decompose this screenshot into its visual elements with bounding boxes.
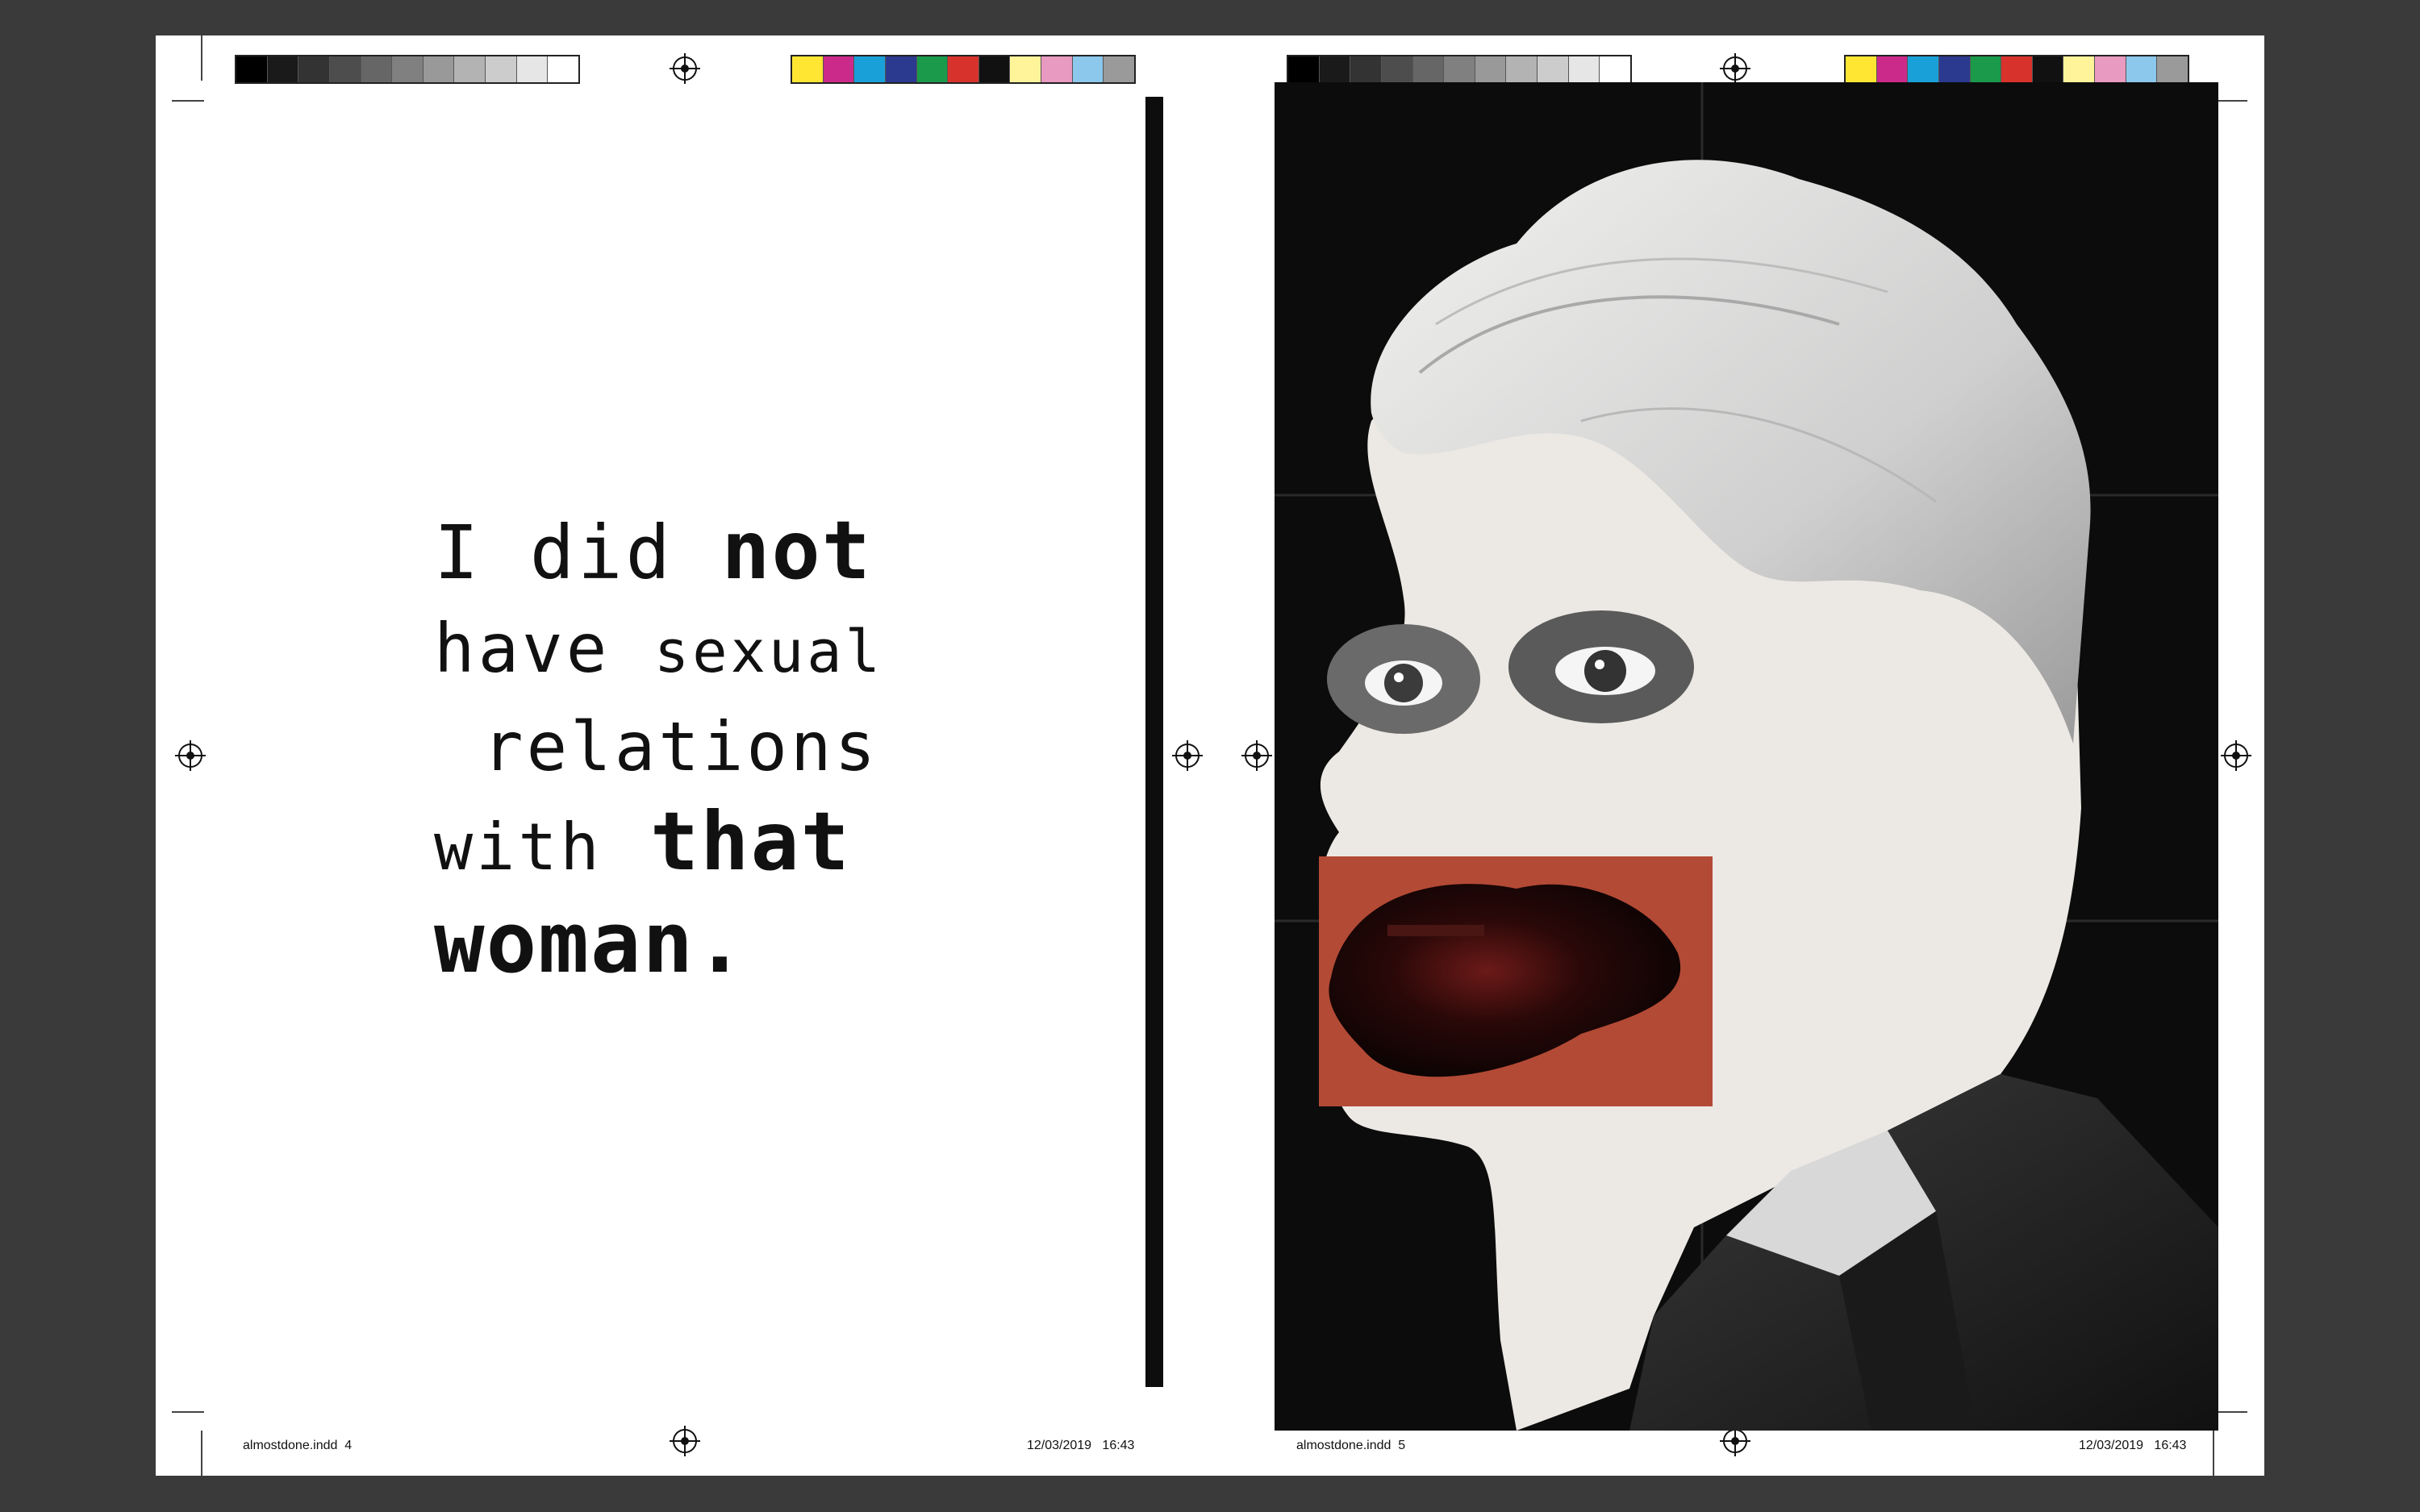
color-swatch [2095,56,2126,82]
quote-text: I did [434,510,674,596]
gutter-bleed [1145,97,1163,1387]
color-swatch [1970,56,2002,82]
registration-mark-icon [1241,740,1272,771]
handwritten-quote: I did not have sexual relations with tha… [434,503,918,994]
crop-mark-icon [2215,1411,2247,1413]
cmyk-color-bar [791,55,1136,84]
quote-line-1: I did not [434,503,918,601]
gray-swatch [298,56,330,82]
gray-swatch [1538,56,1569,82]
gray-swatch [1288,56,1320,82]
quote-text: have [434,609,611,688]
grayscale-color-bar [235,55,580,84]
slug-file-name: almostdone.indd 4 [243,1439,353,1452]
gray-swatch [1319,56,1351,82]
quote-text: relations [482,707,879,786]
registration-mark-icon [1720,1426,1750,1456]
left-page: I did not have sexual relations with tha… [156,35,1164,1476]
registration-mark-icon [1720,53,1750,84]
gray-swatch [548,56,579,82]
crop-mark-icon [2215,100,2247,102]
color-swatch [2126,56,2158,82]
quote-text-bold: not [721,503,872,598]
color-swatch [1876,56,1909,82]
gray-swatch [329,56,361,82]
quote-text: with [434,810,603,885]
color-swatch [1010,56,1042,82]
color-swatch [978,56,1011,82]
gray-swatch [516,56,549,82]
quote-line-5: woman. [434,895,918,994]
crop-mark-icon [201,1431,202,1476]
registration-mark-icon [670,1426,700,1456]
color-swatch [2063,56,2096,82]
color-swatch [1104,56,1135,82]
gray-swatch [1475,56,1507,82]
color-swatch [1072,56,1104,82]
registration-mark-icon [2221,740,2251,771]
gray-swatch [1381,56,1413,82]
quote-line-2: have sexual [434,601,918,699]
gray-swatch [1412,56,1445,82]
color-swatch [2032,56,2064,82]
gray-swatch [1350,56,1382,82]
color-swatch [1846,56,1877,82]
slug-date: 12/03/2019 16:43 [2079,1439,2187,1452]
gray-swatch [454,56,486,82]
color-swatch [1908,56,1939,82]
color-swatch [2157,56,2188,82]
quote-text-bold: that [650,794,851,889]
gray-swatch [236,56,268,82]
gray-swatch [267,56,299,82]
crop-mark-icon [2213,1431,2214,1476]
quote-line-4: with that [434,794,918,895]
quote-text: sexual [653,618,883,685]
collage-illustration [1275,82,2218,1431]
crop-mark-icon [172,1411,204,1413]
color-swatch [885,56,917,82]
color-swatch [854,56,886,82]
collage-artwork [1275,82,2218,1431]
gray-swatch [1600,56,1631,82]
grayscale-color-bar [1287,55,1632,84]
quote-text-bold: woman. [434,893,747,992]
crop-mark-icon [172,100,204,102]
registration-mark-icon [1172,740,1203,771]
gray-swatch [1444,56,1475,82]
gray-swatch [486,56,517,82]
gray-swatch [423,56,455,82]
color-swatch [2001,56,2033,82]
gray-swatch [361,56,393,82]
gray-swatch [1568,56,1600,82]
color-swatch [823,56,855,82]
registration-mark-icon [175,740,206,771]
registration-mark-icon [670,53,700,84]
cmyk-color-bar [1844,55,2189,84]
color-swatch [916,56,949,82]
slug-date: 12/03/2019 16:43 [1027,1439,1135,1452]
color-swatch [792,56,824,82]
gray-swatch [1506,56,1538,82]
gray-swatch [392,56,424,82]
color-swatch [948,56,979,82]
slug-file-name: almostdone.indd 5 [1296,1439,1406,1452]
color-swatch [1938,56,1971,82]
color-swatch [1041,56,1073,82]
crop-mark-icon [201,35,202,81]
quote-line-3: relations [434,699,918,794]
